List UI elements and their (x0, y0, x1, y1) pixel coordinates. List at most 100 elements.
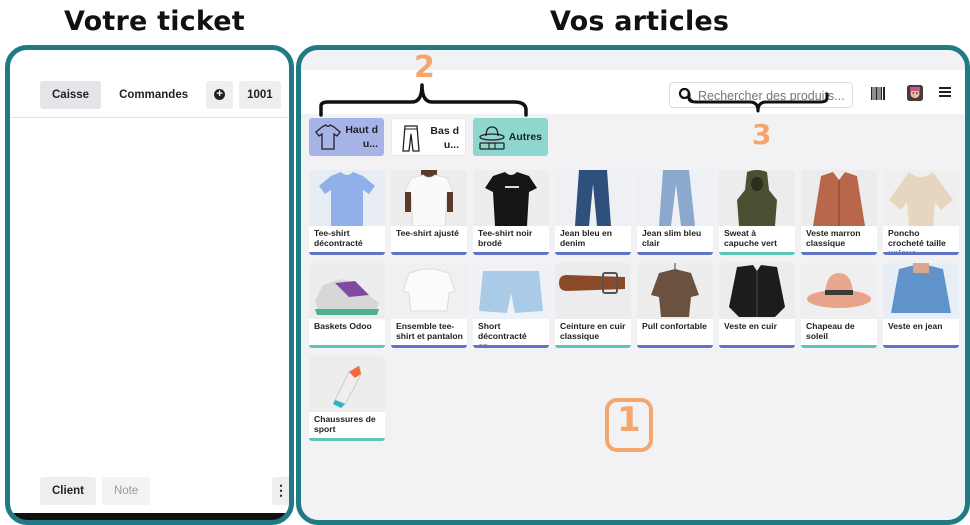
ticket-actions: Client Note (40, 477, 151, 505)
product-stripe (391, 252, 467, 255)
product-stripe (473, 345, 549, 348)
tab-caisse[interactable]: Caisse (40, 81, 102, 109)
tab-commandes[interactable]: Commandes (107, 81, 200, 109)
product-image (801, 263, 877, 319)
category-label: Haut du... (345, 124, 378, 150)
product-stripe (801, 252, 877, 255)
annotation-3: 3 (752, 118, 772, 151)
annotation-1: 1 (617, 400, 641, 440)
product-image (883, 170, 959, 226)
product-stripe (637, 345, 713, 348)
votre-ticket-heading: Votre ticket (64, 6, 245, 37)
product-image (473, 170, 549, 226)
product-card[interactable]: Chapeau de soleil (801, 263, 877, 348)
product-image (309, 263, 385, 319)
hat-belt-icon (479, 126, 505, 150)
product-image (473, 263, 549, 319)
product-name: Tee-shirt ajusté (396, 228, 459, 238)
vos-articles-heading: Vos articles (550, 6, 730, 37)
product-name: Poncho crocheté taille unique (888, 228, 946, 255)
product-image (555, 170, 631, 226)
product-card[interactable]: Chaussures de sport (309, 356, 385, 441)
tshirt-icon (315, 124, 341, 150)
client-button[interactable]: Client (40, 477, 96, 505)
product-card[interactable]: Poncho crocheté taille unique (883, 170, 959, 255)
new-order-button[interactable]: + (206, 81, 234, 109)
product-name: Veste marron classique (806, 228, 861, 248)
product-stripe (801, 345, 877, 348)
product-card[interactable]: Tee-shirt décontracté (309, 170, 385, 255)
product-name: Sweat à capuche vert (724, 228, 778, 248)
product-name: Jean slim bleu clair (642, 228, 702, 248)
product-name: Baskets Odoo (314, 321, 372, 331)
product-stripe (555, 252, 631, 255)
ticket-panel: Caisse Commandes + 1001 Client Note ⋮ (5, 45, 294, 525)
product-image (719, 263, 795, 319)
ticket-toolbar: Caisse Commandes + 1001 (40, 80, 281, 110)
product-image (391, 263, 467, 319)
divider (10, 117, 289, 118)
category-label: Bas du... (430, 125, 459, 151)
product-name: Ensemble tee-shirt et pantalon (396, 321, 463, 341)
product-image (309, 356, 385, 412)
product-card[interactable]: Veste en jean (883, 263, 959, 348)
product-name: Chapeau de soleil (806, 321, 855, 341)
product-image (309, 170, 385, 226)
plus-circle-icon: + (214, 89, 226, 101)
product-card[interactable]: Sweat à capuche vert (719, 170, 795, 255)
bottom-bar (10, 513, 289, 520)
barcode-icon[interactable] (871, 87, 885, 100)
product-image (637, 263, 713, 319)
product-stripe (309, 345, 385, 348)
product-stripe (883, 345, 959, 348)
product-name: Pull confortable (642, 321, 707, 331)
product-stripe (391, 345, 467, 348)
product-stripe (555, 345, 631, 348)
product-stripe (637, 252, 713, 255)
category-bar: Haut du... Bas du... Autres (309, 118, 548, 156)
product-image (719, 170, 795, 226)
product-card[interactable]: Short décontracté en... (473, 263, 549, 348)
user-avatar[interactable] (907, 85, 923, 101)
more-actions-kebab-icon[interactable]: ⋮ (272, 477, 289, 505)
product-card[interactable]: Veste marron classique (801, 170, 877, 255)
category-bas[interactable]: Bas du... (391, 118, 466, 156)
product-stripe (309, 438, 385, 441)
hamburger-menu-icon[interactable] (939, 86, 951, 98)
product-card[interactable]: Baskets Odoo (309, 263, 385, 348)
product-card[interactable]: Veste en cuir (719, 263, 795, 348)
product-image (883, 263, 959, 319)
category-label: Autres (508, 131, 542, 143)
category-autres[interactable]: Autres (473, 118, 548, 156)
note-button[interactable]: Note (101, 477, 151, 505)
annotation-2: 2 (414, 50, 435, 85)
product-card[interactable]: Tee-shirt ajusté (391, 170, 467, 255)
pants-icon (402, 125, 420, 152)
product-name: Tee-shirt noir brodé (478, 228, 533, 248)
brace-annotation-3 (687, 92, 829, 113)
product-image (391, 170, 467, 226)
product-name: Ceinture en cuir classique (560, 321, 626, 341)
product-name: Tee-shirt décontracté (314, 228, 363, 248)
product-card[interactable]: Ceinture en cuir classique (555, 263, 631, 348)
product-stripe (883, 252, 959, 255)
product-stripe (473, 252, 549, 255)
order-number-tab[interactable]: 1001 (239, 81, 281, 109)
product-name: Jean bleu en denim (560, 228, 613, 248)
category-haut[interactable]: Haut du... (309, 118, 384, 156)
brace-annotation-2 (319, 83, 528, 117)
product-image (637, 170, 713, 226)
product-name: Short décontracté en... (478, 321, 527, 348)
product-name: Veste en cuir (724, 321, 778, 331)
product-stripe (309, 252, 385, 255)
product-card[interactable]: Ensemble tee-shirt et pantalon (391, 263, 467, 348)
product-name: Veste en jean (888, 321, 943, 331)
product-card[interactable]: Tee-shirt noir brodé (473, 170, 549, 255)
product-image (801, 170, 877, 226)
product-image (555, 263, 631, 319)
product-card[interactable]: Pull confortable (637, 263, 713, 348)
product-card[interactable]: Jean bleu en denim (555, 170, 631, 255)
product-card[interactable]: Jean slim bleu clair (637, 170, 713, 255)
product-stripe (719, 252, 795, 255)
product-name: Chaussures de sport (314, 414, 376, 434)
